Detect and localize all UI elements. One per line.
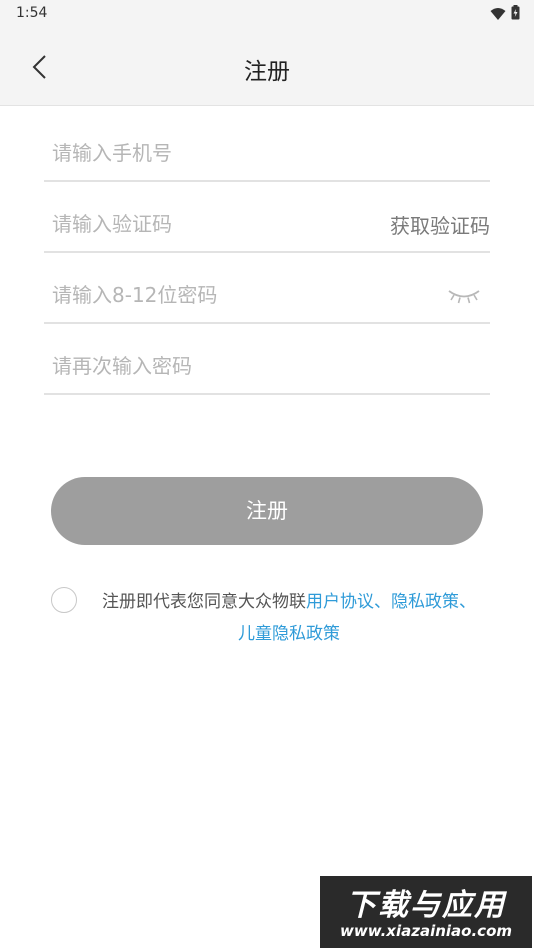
agreement-prefix: 注册即代表您同意大众物联 xyxy=(102,592,306,612)
privacy-policy-link[interactable]: 隐私政策 xyxy=(391,592,459,612)
confirm-password-input[interactable] xyxy=(52,349,352,383)
child-privacy-policy-link[interactable]: 儿童隐私政策 xyxy=(238,624,340,644)
watermark-url: www.xiazainiao.com xyxy=(339,922,513,940)
get-code-button[interactable]: 获取验证码 xyxy=(390,210,490,239)
code-field: 获取验证码 xyxy=(44,193,490,253)
page-title: 注册 xyxy=(244,59,290,85)
agreement-separator: 、 xyxy=(459,592,476,612)
wifi-icon xyxy=(490,6,506,25)
confirm-password-field xyxy=(44,335,490,395)
battery-icon xyxy=(511,5,520,24)
watermark-title: 下载与应用 xyxy=(346,888,506,923)
status-bar: 1:54 xyxy=(0,0,534,28)
password-field xyxy=(44,264,490,324)
phone-field xyxy=(44,122,490,182)
app-header: 注册 xyxy=(0,28,534,106)
phone-input[interactable] xyxy=(52,136,352,170)
password-input[interactable] xyxy=(52,278,352,312)
user-agreement-link[interactable]: 用户协议 xyxy=(306,592,374,612)
eye-closed-icon[interactable] xyxy=(448,288,480,308)
watermark-logo: 下载与应用 www.xiazainiao.com xyxy=(320,876,532,948)
status-time: 1:54 xyxy=(16,5,48,21)
agreement-separator: 、 xyxy=(374,592,391,612)
agree-radio[interactable] xyxy=(51,587,77,613)
code-input[interactable] xyxy=(52,207,352,241)
register-button[interactable]: 注册 xyxy=(51,477,483,545)
agreement-text: 注册即代表您同意大众物联用户协议、隐私政策、儿童隐私政策 xyxy=(99,586,479,650)
